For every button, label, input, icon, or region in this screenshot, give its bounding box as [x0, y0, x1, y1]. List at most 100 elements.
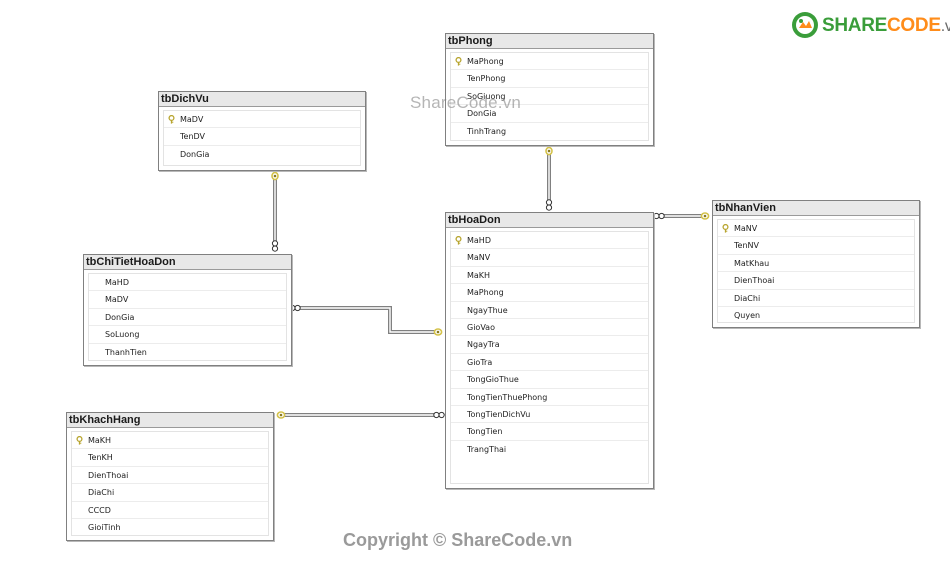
field-row[interactable]: TongGioThue [451, 371, 648, 389]
field-row[interactable]: DonGia [164, 146, 360, 163]
field-row[interactable]: MaNV [451, 249, 648, 267]
field-row[interactable]: GioVao [451, 319, 648, 337]
many-end-infinity-icon [433, 411, 445, 419]
primary-key-icon [722, 224, 729, 233]
field-name: DiaChi [88, 488, 115, 498]
table-fields: MaNV TenNV MatKhau DienThoai DiaChi Quyen [717, 219, 915, 323]
field-row[interactable]: TongTien [451, 423, 648, 441]
field-row[interactable]: CCCD [72, 502, 268, 519]
primary-key-icon [168, 115, 175, 124]
field-row[interactable]: MaNV [718, 220, 914, 238]
field-name: TongTienThuePhong [467, 392, 548, 402]
table-tbHoaDon[interactable]: tbHoaDon MaHD MaNV MaKH MaPhong NgayThue GioVa… [445, 212, 654, 489]
field-row[interactable]: DiaChi [718, 290, 914, 307]
field-row[interactable]: NgayThue [451, 302, 648, 319]
table-title: tbPhong [446, 34, 653, 49]
field-name: NgayThue [467, 305, 508, 315]
one-end-key-icon [700, 212, 710, 220]
table-title: tbNhanVien [713, 201, 919, 216]
watermark-center: ShareCode.vn [410, 93, 522, 112]
rel-hoadon-chitiet-inner [297, 307, 439, 333]
rel-hoadon-chitiet [297, 306, 439, 334]
table-fields: MaHD MaNV MaKH MaPhong NgayThue GioVao NgayTra… [450, 231, 649, 484]
field-row[interactable]: ThanhTien [89, 344, 286, 361]
field-name: MaHD [467, 236, 491, 245]
field-row[interactable]: DiaChi [72, 484, 268, 502]
field-name: MaPhong [467, 288, 504, 298]
field-name: MaKH [88, 436, 112, 445]
table-fields: MaDV TenDV DonGia [163, 110, 361, 166]
logo-text-share: SHARE [822, 15, 888, 36]
field-row[interactable]: TongTienDichVu [451, 406, 648, 424]
field-row[interactable]: DienThoai [718, 272, 914, 290]
table-fields: MaHD MaDV DonGia SoLuong ThanhTien [88, 273, 287, 361]
field-name: TenDV [180, 132, 206, 142]
field-row[interactable]: MaHD [451, 232, 648, 250]
table-title: tbDichVu [159, 92, 365, 107]
watermark-copyright: Copyright © ShareCode.vn [343, 530, 573, 550]
field-name: TenNV [734, 241, 759, 251]
field-name: MaNV [467, 253, 491, 263]
field-row[interactable]: MaDV [89, 291, 286, 309]
field-row[interactable]: MatKhau [718, 255, 914, 273]
field-row[interactable]: DienThoai [72, 467, 268, 485]
primary-key-icon [76, 436, 83, 445]
table-tbKhachHang[interactable]: tbKhachHang MaKH TenKH DienThoai DiaChi CCCD G… [66, 412, 274, 541]
field-row[interactable]: TenDV [164, 128, 360, 146]
field-name: MaPhong [467, 57, 504, 66]
field-name: DonGia [105, 312, 135, 322]
field-row[interactable]: MaPhong [451, 284, 648, 302]
field-row[interactable]: SoLuong [89, 326, 286, 344]
field-row[interactable]: TongTienThuePhong [451, 389, 648, 406]
field-name: MaHD [105, 278, 129, 287]
field-name: GioTra [467, 357, 493, 367]
field-row[interactable]: MaDV [164, 111, 360, 129]
field-name: TenPhong [467, 74, 506, 84]
table-tbNhanVien[interactable]: tbNhanVien MaNV TenNV MatKhau DienThoai DiaCh… [712, 200, 920, 328]
field-name: DienThoai [734, 276, 775, 286]
table-title: tbChiTietHoaDon [84, 255, 291, 270]
logo-text-code: CODE [887, 15, 941, 36]
sharecode-logo-text: SHARECODE.vn [822, 15, 950, 37]
table-tbPhong[interactable]: tbPhong MaPhong TenPhong SoGiuong DonGia Tinh… [445, 33, 654, 146]
field-name: TongTienDichVu [467, 409, 531, 419]
table-fields: MaKH TenKH DienThoai DiaChi CCCD GioiTinh [71, 431, 269, 536]
field-name: TongTien [467, 427, 503, 437]
field-name: DiaChi [734, 293, 761, 303]
field-row[interactable]: MaHD [89, 274, 286, 292]
field-name: CCCD [88, 505, 111, 515]
field-name: MaDV [180, 115, 204, 124]
field-row[interactable]: TenKH [72, 449, 268, 467]
field-name: DienThoai [88, 470, 129, 480]
one-end-key-icon [271, 171, 279, 181]
field-row[interactable]: TenPhong [451, 70, 648, 88]
field-row[interactable]: GioiTinh [72, 519, 268, 536]
field-row[interactable]: NgayTra [451, 336, 648, 354]
field-name: TongGioThue [467, 375, 519, 385]
sharecode-logo: SHARECODE.vn [791, 11, 950, 41]
logo-text-domain: .vn [940, 18, 950, 35]
field-name: GioiTinh [88, 522, 121, 532]
field-name: GioVao [467, 322, 495, 332]
field-row[interactable]: TenNV [718, 237, 914, 255]
field-row[interactable]: TrangThai [451, 441, 648, 458]
field-row[interactable]: GioTra [451, 354, 648, 372]
field-row[interactable]: Quyen [718, 307, 914, 324]
field-row[interactable]: TinhTrang [451, 123, 648, 140]
field-row[interactable]: DonGia [89, 309, 286, 327]
field-name: MaKH [467, 270, 491, 280]
primary-key-icon [455, 57, 462, 66]
table-tbDichVu[interactable]: tbDichVu MaDV TenDV DonGia [158, 91, 366, 171]
field-name: ThanhTien [105, 347, 147, 357]
primary-key-icon [455, 236, 462, 245]
table-title: tbHoaDon [446, 213, 653, 228]
many-end-infinity-icon [545, 199, 553, 211]
table-tbChiTietHoaDon[interactable]: tbChiTietHoaDon MaHD MaDV DonGia SoLuong Than… [83, 254, 292, 366]
one-end-key-icon [545, 146, 553, 156]
field-row[interactable]: MaPhong [451, 53, 648, 71]
field-row[interactable]: MaKH [72, 432, 268, 450]
field-row[interactable]: MaKH [451, 267, 648, 285]
one-end-key-icon [433, 328, 443, 336]
field-name: MatKhau [734, 258, 770, 268]
field-name: DonGia [180, 149, 210, 159]
